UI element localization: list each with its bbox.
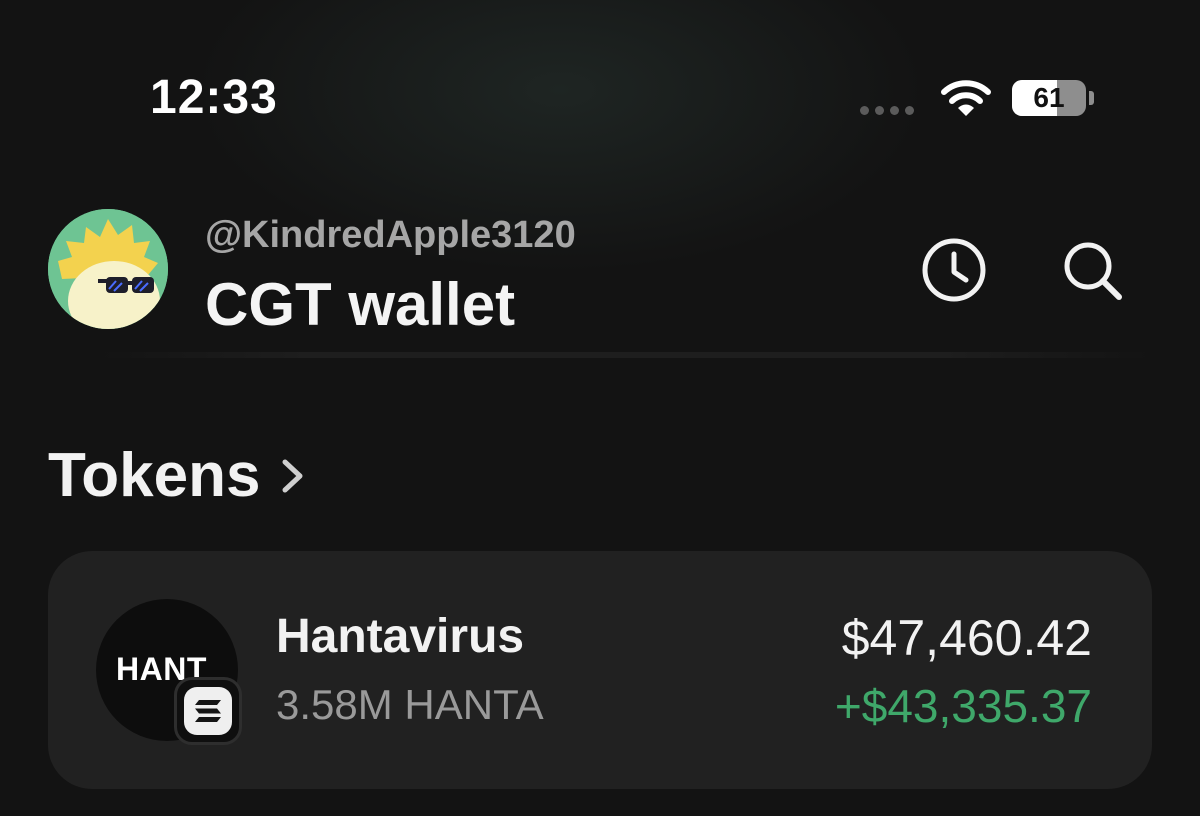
wallet-screen: 12:33 61 @KindredApple3120 CGT wallet To… bbox=[0, 0, 1200, 816]
battery-icon: 61 bbox=[1012, 80, 1086, 116]
history-button[interactable] bbox=[918, 234, 990, 306]
wallet-name[interactable]: CGT wallet bbox=[205, 270, 515, 339]
solana-icon bbox=[195, 700, 221, 722]
battery-level: 61 bbox=[1033, 82, 1065, 113]
tokens-title: Tokens bbox=[48, 441, 261, 510]
chain-badge bbox=[174, 677, 242, 745]
search-icon bbox=[1064, 242, 1122, 300]
clock-icon bbox=[922, 238, 986, 302]
search-button[interactable] bbox=[1056, 234, 1128, 306]
username: @KindredApple3120 bbox=[205, 214, 576, 256]
token-change: +$43,335.37 bbox=[834, 680, 1092, 732]
signal-dots-icon bbox=[860, 106, 914, 115]
token-value: $47,460.42 bbox=[841, 610, 1092, 666]
chevron-right-icon bbox=[282, 459, 303, 492]
token-name: Hantavirus bbox=[276, 610, 525, 663]
tokens-section-link[interactable]: Tokens bbox=[48, 440, 308, 511]
token-amount: 3.58M HANTA bbox=[276, 681, 544, 728]
avatar[interactable] bbox=[48, 209, 168, 329]
token-row[interactable]: HANT Hantavirus 3.58M HANTA $47,460.42 +… bbox=[48, 551, 1152, 789]
battery-tip bbox=[1089, 91, 1094, 105]
avatar-icon bbox=[48, 209, 168, 329]
status-time: 12:33 bbox=[150, 71, 278, 124]
wifi-icon bbox=[941, 80, 991, 116]
header-divider bbox=[100, 352, 1150, 358]
